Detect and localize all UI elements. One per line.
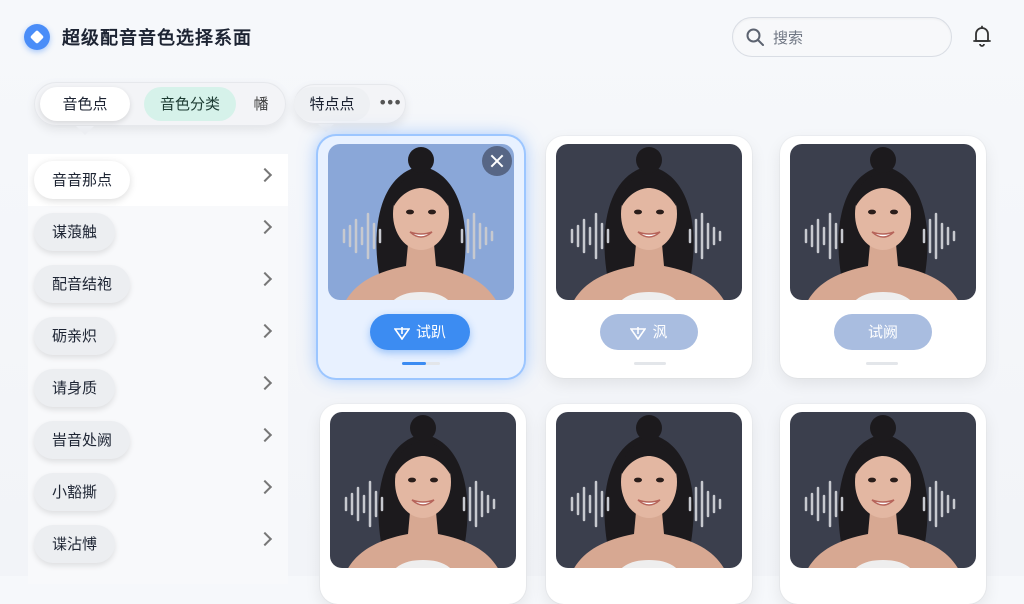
sidebar-item[interactable]: 谍沾愽: [28, 518, 288, 570]
sidebar-item-label: 音音那点: [34, 161, 131, 199]
voice-card[interactable]: [546, 404, 752, 604]
tab-caret: [76, 126, 94, 135]
chevron-right-icon: [257, 479, 273, 495]
play-label: 试趴: [415, 323, 446, 341]
tab-other[interactable]: 幡: [246, 87, 276, 121]
sidebar-item[interactable]: 峕音处阙: [28, 414, 288, 466]
sidebar-item-label: 峕音处阙: [34, 421, 131, 459]
sidebar-item[interactable]: 请身质: [28, 362, 288, 414]
play-label: 沨: [652, 323, 668, 341]
search-input[interactable]: 搜索: [732, 17, 952, 57]
sidebar-item[interactable]: 小豁撕: [28, 466, 288, 518]
chevron-right-icon: [257, 375, 273, 391]
sidebar-item-label: 配音结袍: [34, 265, 131, 303]
play-sample-button[interactable]: 试阙: [834, 314, 932, 350]
voice-card[interactable]: 沨: [546, 136, 752, 378]
search-icon: [746, 28, 764, 46]
voice-card[interactable]: 试趴: [318, 136, 524, 378]
tab-voice-category[interactable]: 音色分类: [144, 87, 236, 121]
category-sidebar: 音音那点 谋蒗触 配音结袍 砺亲炽 请身质 峕音处阙 小豁撕 谍沾愽: [28, 154, 288, 584]
chevron-right-icon: [257, 323, 273, 339]
more-icon[interactable]: •••: [378, 93, 402, 112]
sidebar-item-label: 小豁撕: [34, 473, 116, 511]
voice-icon: [629, 326, 648, 340]
voice-card[interactable]: [320, 404, 526, 604]
filter-bar-secondary: 特点点 •••: [294, 84, 406, 124]
tab-feature-point[interactable]: 特点点: [294, 87, 370, 121]
playback-progress: [634, 362, 666, 365]
play-label: 试阙: [867, 323, 898, 341]
voice-card[interactable]: [780, 404, 986, 604]
voice-portrait: [556, 144, 742, 300]
play-sample-button[interactable]: 试趴: [370, 314, 470, 350]
bell-icon[interactable]: [970, 24, 994, 48]
chevron-right-icon: [257, 531, 273, 547]
sidebar-item[interactable]: 音音那点: [28, 154, 288, 206]
chevron-right-icon: [257, 167, 273, 183]
voice-portrait: [330, 412, 516, 568]
close-icon[interactable]: [482, 146, 512, 176]
playback-progress: [866, 362, 898, 365]
chevron-right-icon: [257, 271, 273, 287]
page-title: 超级配音音色选择系面: [62, 28, 252, 49]
filter-bar: 音色点 音色分类 幡: [34, 82, 286, 126]
sidebar-item-label: 谋蒗触: [34, 213, 116, 251]
voice-portrait: [790, 412, 976, 568]
sidebar-item[interactable]: 砺亲炽: [28, 310, 288, 362]
voice-portrait: [790, 144, 976, 300]
sidebar-item-label: 请身质: [34, 369, 116, 407]
playback-progress: [402, 362, 440, 365]
sidebar-item[interactable]: 配音结袍: [28, 258, 288, 310]
tab-caret-secondary: [318, 124, 334, 132]
voice-portrait: [556, 412, 742, 568]
sidebar-item-label: 谍沾愽: [34, 525, 116, 563]
tab-voice-point[interactable]: 音色点: [40, 87, 130, 121]
play-sample-button[interactable]: 沨: [600, 314, 698, 350]
app-logo-icon: [24, 24, 50, 50]
search-placeholder: 搜索: [773, 29, 804, 47]
chevron-right-icon: [257, 219, 273, 235]
sidebar-item[interactable]: 谋蒗触: [28, 206, 288, 258]
voice-icon: [393, 326, 411, 340]
chevron-right-icon: [257, 427, 273, 443]
voice-card[interactable]: 试阙: [780, 136, 986, 378]
sidebar-item-label: 砺亲炽: [34, 317, 116, 355]
